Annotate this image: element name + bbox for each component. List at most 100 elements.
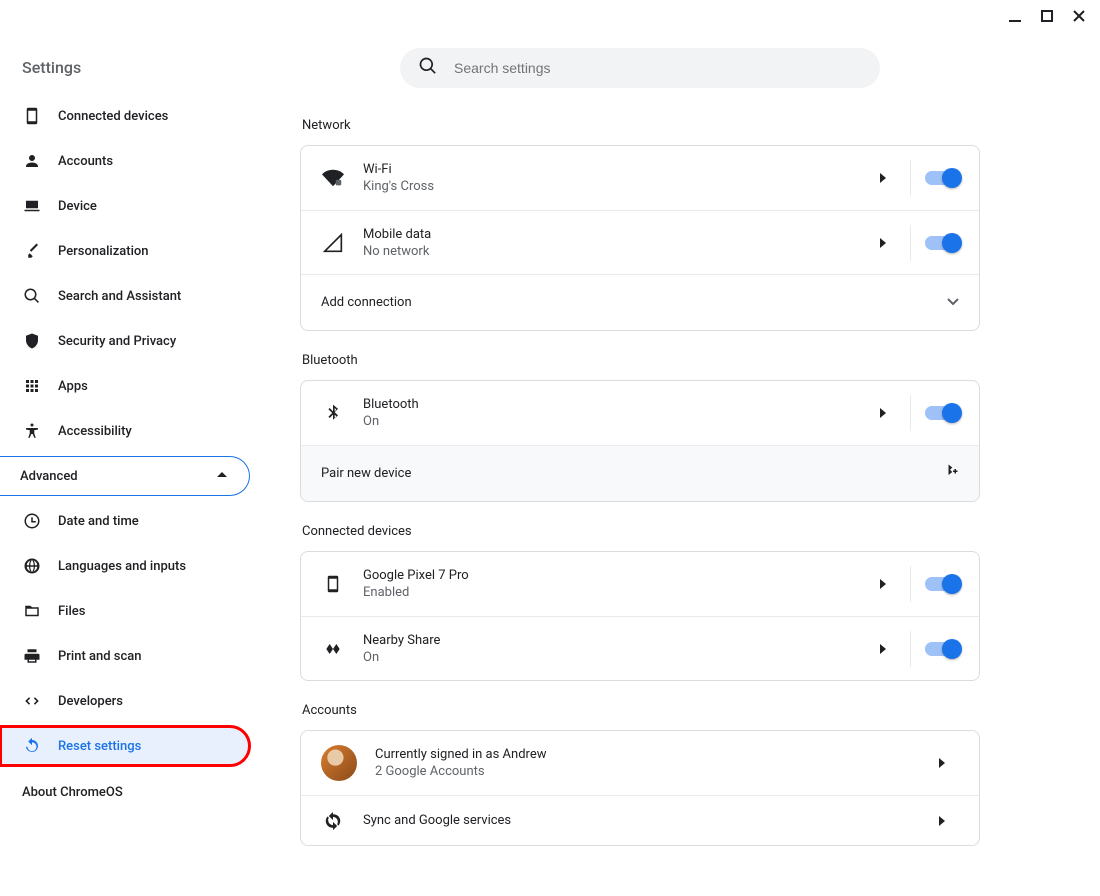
wifi-title: Wi-Fi [363,162,868,177]
phone-row[interactable]: Google Pixel 7 Pro Enabled [301,552,979,616]
accounts-card: Currently signed in as Andrew 2 Google A… [300,730,980,846]
bluetooth-title: Bluetooth [363,397,868,412]
wifi-row[interactable]: Wi-Fi King's Cross [301,146,979,210]
reset-icon [22,736,42,756]
sync-icon [321,809,345,833]
sidebar-item-date-time[interactable]: Date and time [0,501,250,541]
clock-icon [22,511,42,531]
maximize-button[interactable] [1040,9,1054,23]
code-icon [22,691,42,711]
chevron-right-icon [878,407,890,419]
chevron-right-icon [878,643,890,655]
sidebar-item-apps[interactable]: Apps [0,366,250,406]
nearby-title: Nearby Share [363,633,868,648]
mobile-sub: No network [363,244,868,259]
sidebar-item-accounts[interactable]: Accounts [0,141,250,181]
laptop-icon [22,196,42,216]
shield-icon [22,331,42,351]
signed-in-row[interactable]: Currently signed in as Andrew 2 Google A… [301,731,979,795]
wifi-icon [321,166,345,190]
divider [910,566,911,602]
wifi-sub: King's Cross [363,179,868,194]
section-label-accounts: Accounts [302,703,978,718]
print-icon [22,646,42,666]
bluetooth-row[interactable]: Bluetooth On [301,381,979,445]
chevron-down-icon [947,295,959,310]
network-card: Wi-Fi King's Cross Mobile data No networ… [300,145,980,331]
bluetooth-pair-icon [941,463,959,485]
mobile-title: Mobile data [363,227,868,242]
wifi-toggle[interactable] [925,171,959,185]
folder-icon [22,601,42,621]
main-content: Network Wi-Fi King's Cross Mobile data N… [300,48,980,846]
sidebar-item-label: Apps [58,379,88,394]
sidebar-item-label: Security and Privacy [58,334,176,349]
section-label-network: Network [302,118,978,133]
minimize-button[interactable] [1008,9,1022,23]
bluetooth-sub: On [363,414,868,429]
sidebar-item-label: Search and Assistant [58,289,181,304]
sidebar-item-label: Languages and inputs [58,559,186,574]
sidebar-item-connected-devices[interactable]: Connected devices [0,96,250,136]
mobile-data-row[interactable]: Mobile data No network [301,210,979,274]
phone-sub: Enabled [363,585,868,600]
divider [910,395,911,431]
mobile-toggle[interactable] [925,236,959,250]
sidebar-item-languages[interactable]: Languages and inputs [0,546,250,586]
cellular-icon [321,231,345,255]
add-connection-row[interactable]: Add connection [301,274,979,330]
chevron-right-icon [878,578,890,590]
sidebar-item-label: Reset settings [58,739,141,754]
accessibility-icon [22,421,42,441]
sidebar-item-developers[interactable]: Developers [0,681,250,721]
pair-device-row[interactable]: Pair new device [301,445,979,501]
connected-card: Google Pixel 7 Pro Enabled Nearby Share … [300,551,980,681]
apps-icon [22,376,42,396]
chevron-up-icon [217,469,227,484]
section-label-connected: Connected devices [302,524,978,539]
sync-row[interactable]: Sync and Google services [301,795,979,845]
brush-icon [22,241,42,261]
sidebar: Settings Connected devices Accounts Devi… [0,0,250,896]
sidebar-item-device[interactable]: Device [0,186,250,226]
sidebar-item-label: Print and scan [58,649,142,664]
sidebar-item-label: Personalization [58,244,149,259]
divider [910,631,911,667]
advanced-label: Advanced [20,469,78,484]
globe-icon [22,556,42,576]
phone-toggle[interactable] [925,577,959,591]
sidebar-item-security-privacy[interactable]: Security and Privacy [0,321,250,361]
search-bar[interactable] [400,48,880,88]
sidebar-item-label: Accessibility [58,424,132,439]
search-icon [22,286,42,306]
nearby-sub: On [363,650,868,665]
sidebar-item-personalization[interactable]: Personalization [0,231,250,271]
bluetooth-card: Bluetooth On Pair new device [300,380,980,502]
chevron-right-icon [878,237,890,249]
sidebar-section-advanced[interactable]: Advanced [0,456,250,496]
bluetooth-toggle[interactable] [925,406,959,420]
sidebar-item-label: Connected devices [58,109,168,124]
sidebar-item-files[interactable]: Files [0,591,250,631]
phone-title: Google Pixel 7 Pro [363,568,868,583]
bluetooth-icon [321,401,345,425]
sidebar-item-label: Developers [58,694,123,709]
add-connection-label: Add connection [321,295,947,310]
chevron-right-icon [937,815,949,827]
sidebar-item-print-scan[interactable]: Print and scan [0,636,250,676]
close-button[interactable] [1072,9,1086,23]
nearby-share-row[interactable]: Nearby Share On [301,616,979,680]
sidebar-item-about[interactable]: About ChromeOS [0,771,250,800]
sidebar-item-accessibility[interactable]: Accessibility [0,411,250,451]
nearby-toggle[interactable] [925,642,959,656]
divider [910,160,911,196]
search-input[interactable] [454,60,862,76]
sidebar-item-search-assistant[interactable]: Search and Assistant [0,276,250,316]
avatar [321,745,357,781]
sidebar-item-reset-settings[interactable]: Reset settings [0,726,250,766]
sync-title: Sync and Google services [363,813,927,828]
search-icon [418,56,438,80]
nearby-share-icon [321,637,345,661]
sidebar-item-label: Files [58,604,85,619]
phone-icon [22,106,42,126]
